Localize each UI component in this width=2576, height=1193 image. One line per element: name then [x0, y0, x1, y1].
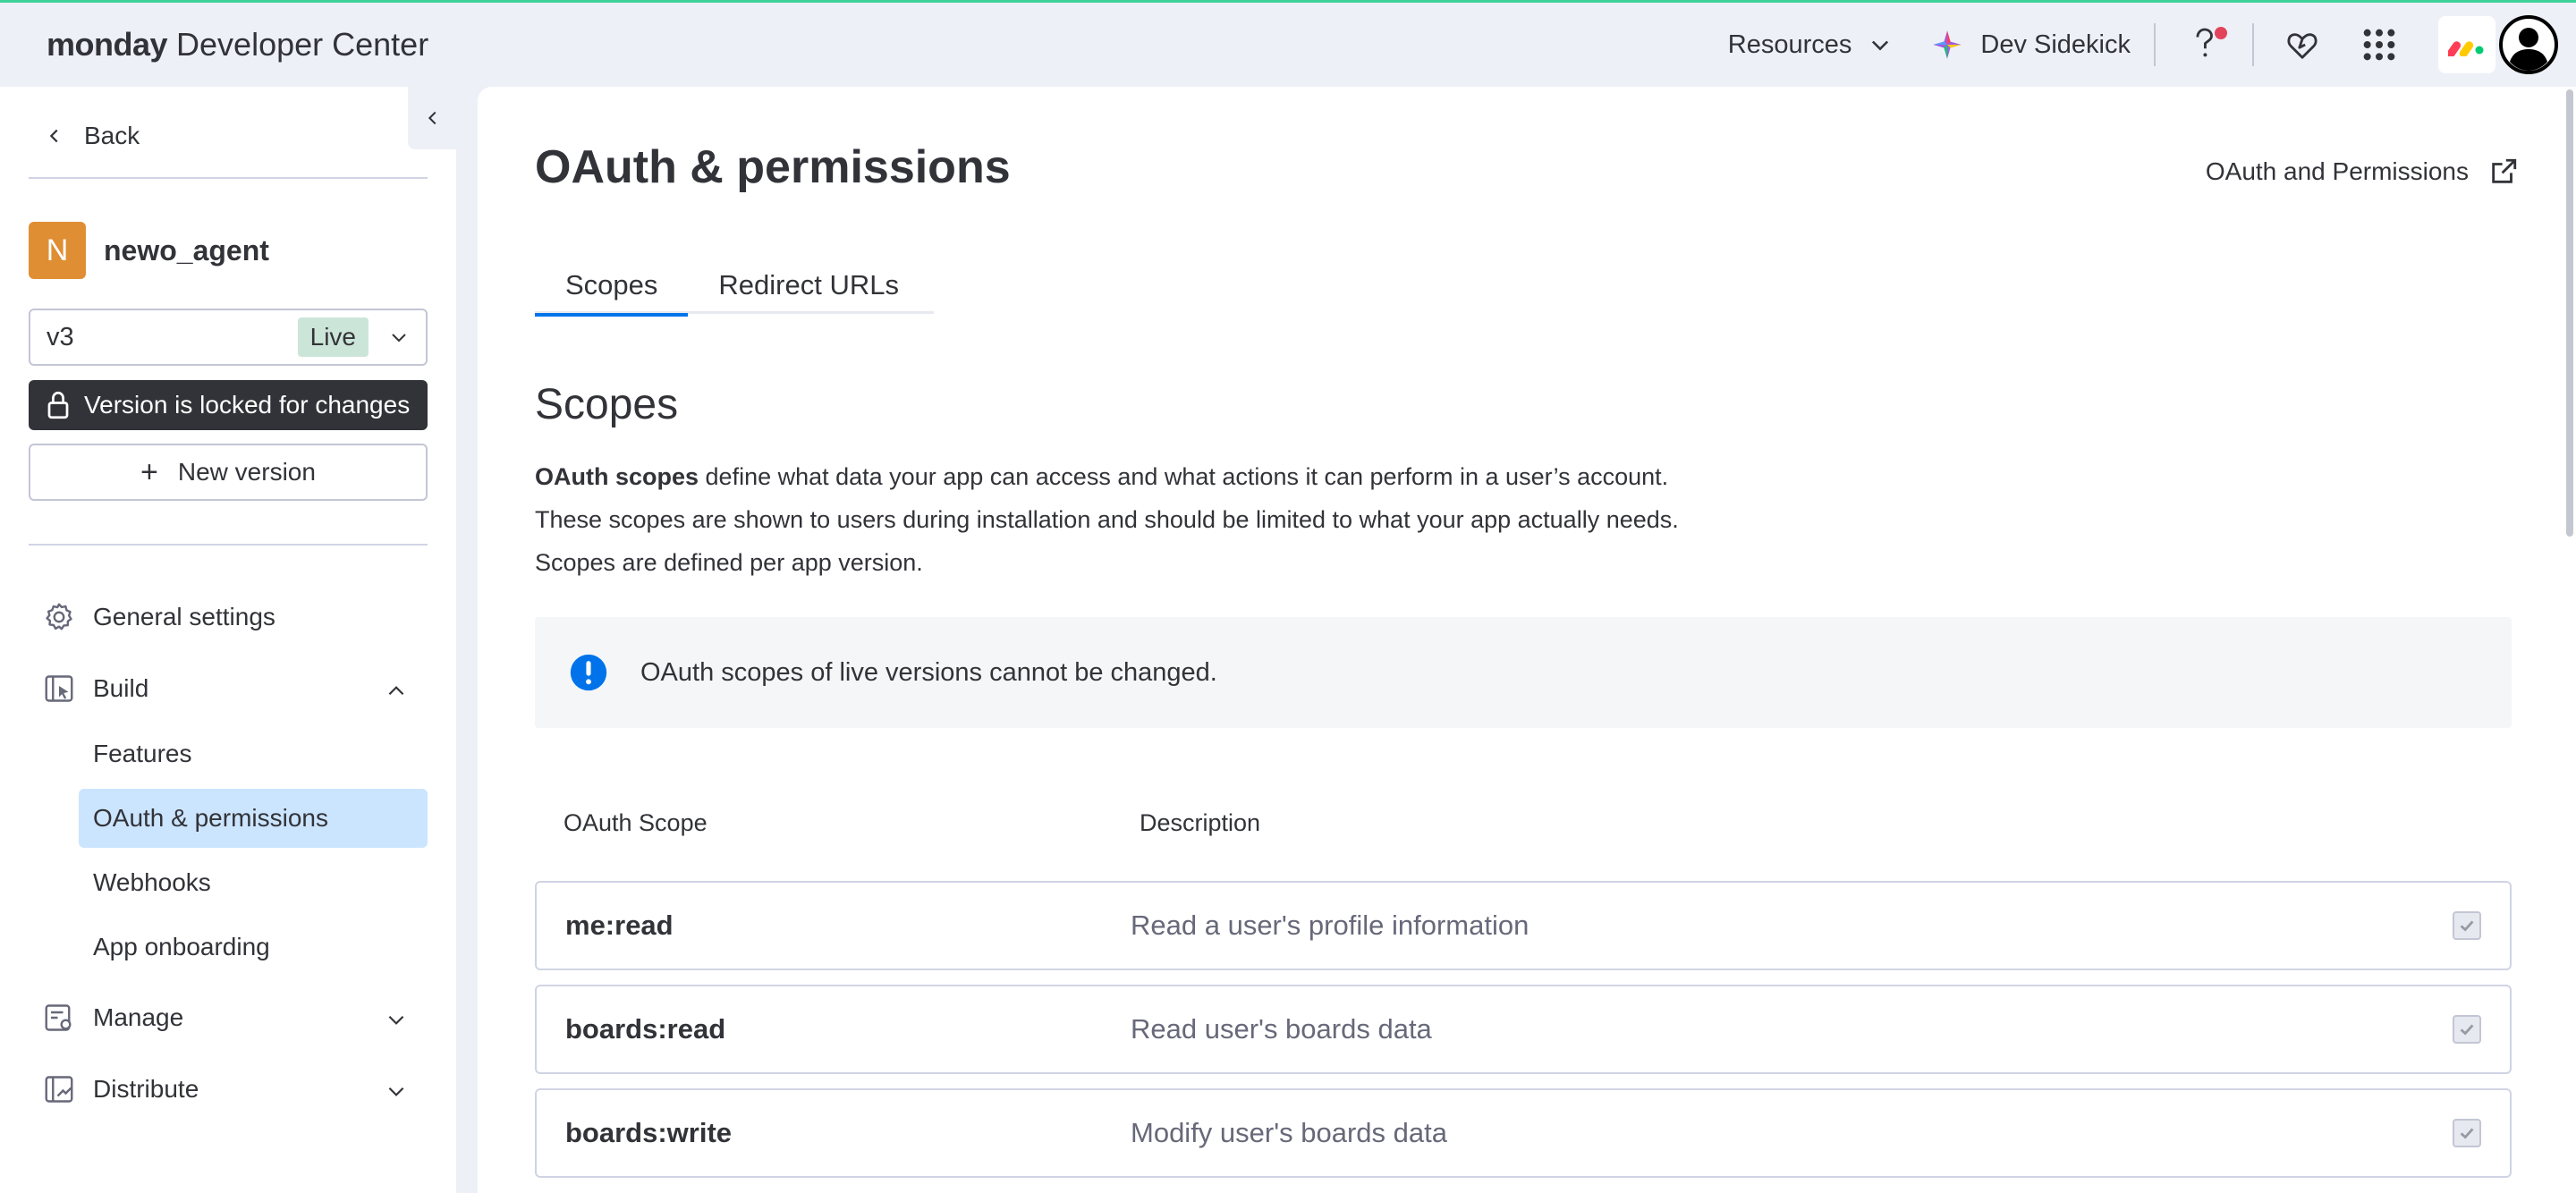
new-version-label: New version: [177, 458, 316, 486]
new-version-button[interactable]: + New version: [29, 444, 428, 501]
version-select[interactable]: v3 Live: [29, 309, 428, 366]
table-row: me:read Read a user's profile informatio…: [535, 881, 2512, 970]
lock-icon: [47, 391, 69, 419]
tab-redirect-urls[interactable]: Redirect URLs: [688, 257, 929, 314]
desc-line-3: Scopes are defined per app version.: [535, 549, 923, 576]
back-label: Back: [84, 122, 140, 149]
chevron-down-icon: [1872, 40, 1889, 51]
version-locked-notice: Version is locked for changes: [29, 380, 428, 430]
section-title: Scopes: [535, 381, 679, 428]
chevron-up-icon[interactable]: [385, 680, 408, 703]
version-value: v3: [47, 322, 74, 351]
scrollbar[interactable]: [2566, 89, 2573, 537]
user-avatar-icon[interactable]: [2499, 15, 2558, 74]
alert-circle-icon: [570, 654, 607, 691]
app-avatar: N: [29, 222, 86, 279]
feedback-button[interactable]: [2277, 20, 2327, 70]
help-button[interactable]: [2179, 20, 2229, 70]
check-icon: [2460, 920, 2474, 932]
nav-general-settings[interactable]: General settings: [43, 601, 275, 633]
scope-name: me:read: [565, 910, 674, 941]
gear-icon: [46, 603, 72, 630]
dev-sidekick-button[interactable]: Dev Sidekick: [1932, 30, 2131, 60]
alert-text: OAuth scopes of live versions cannot be …: [640, 657, 1217, 687]
monday-logo-icon[interactable]: [2438, 16, 2496, 73]
nav-label: Manage: [93, 1003, 184, 1031]
nav-label: Distribute: [93, 1075, 199, 1103]
scope-name: boards:read: [565, 1013, 726, 1045]
scope-name: boards:write: [565, 1117, 733, 1148]
heart-icon: [2287, 33, 2318, 59]
status-badge: Live: [297, 317, 369, 357]
nav-manage[interactable]: Manage: [43, 1002, 183, 1034]
chevron-down-icon: [392, 334, 406, 343]
desc-line-2: These scopes are shown to users during i…: [535, 506, 1679, 533]
table-row: boards:write Modify user's boards data: [535, 1088, 2512, 1178]
resources-label: Resources: [1727, 30, 1852, 59]
chevron-left-icon: [428, 111, 436, 125]
scope-description: Modify user's boards data: [1131, 1117, 1447, 1148]
tab-bar: Scopes Redirect URLs: [535, 257, 934, 317]
sidebar-item-app-onboarding[interactable]: App onboarding: [79, 918, 428, 977]
divider: [29, 177, 428, 179]
grid-icon: [2363, 29, 2395, 61]
table-row: boards:read Read user's boards data: [535, 985, 2512, 1074]
page-title: OAuth & permissions: [535, 141, 1011, 193]
dev-sidekick-label: Dev Sidekick: [1980, 30, 2131, 59]
nav-build[interactable]: Build: [43, 673, 148, 705]
nav-distribute[interactable]: Distribute: [43, 1073, 199, 1105]
column-header-scope: OAuth Scope: [564, 809, 708, 836]
notification-dot: [2215, 27, 2227, 39]
top-bar: monday Developer Center Resources Dev Si…: [0, 3, 2576, 87]
back-link[interactable]: Back: [45, 122, 140, 150]
app-name: newo_agent: [104, 233, 269, 267]
scopes-description: OAuth scopes define what data your app c…: [535, 455, 1877, 584]
scope-checkbox[interactable]: [2453, 1119, 2481, 1147]
scope-description: Read user's boards data: [1131, 1013, 1432, 1045]
scope-description: Read a user's profile information: [1131, 910, 1530, 941]
divider: [2252, 23, 2254, 66]
distribute-icon: [45, 1076, 73, 1103]
resources-menu[interactable]: Resources: [1728, 30, 1894, 60]
nav-label: Build: [93, 674, 149, 702]
plus-icon: +: [140, 455, 158, 489]
app-header: N newo_agent: [29, 222, 269, 279]
scope-checkbox[interactable]: [2453, 911, 2481, 940]
top-nav: Resources Dev Sidekick: [1728, 3, 2558, 87]
sidebar-item-oauth-permissions[interactable]: OAuth & permissions: [79, 789, 428, 848]
check-icon: [2460, 1128, 2474, 1139]
scope-checkbox[interactable]: [2453, 1015, 2481, 1044]
sidebar-item-webhooks[interactable]: Webhooks: [79, 853, 428, 912]
info-alert: OAuth scopes of live versions cannot be …: [535, 617, 2512, 728]
sidebar-item-features[interactable]: Features: [79, 724, 428, 783]
nav-label: General settings: [93, 603, 275, 630]
divider: [29, 544, 428, 546]
doc-link-label: OAuth and Permissions: [2205, 157, 2469, 185]
tab-scopes[interactable]: Scopes: [535, 257, 689, 317]
apps-grid-button[interactable]: [2354, 20, 2404, 70]
build-icon: [45, 675, 73, 702]
manage-icon: [45, 1004, 72, 1031]
sparkle-icon: [1933, 30, 1962, 59]
divider: [2154, 23, 2156, 66]
main-content: OAuth & permissions OAuth and Permission…: [478, 87, 2576, 1193]
chevron-down-icon[interactable]: [385, 1079, 408, 1103]
brand-logo[interactable]: monday Developer Center: [47, 26, 428, 63]
collapse-sidebar-button[interactable]: [408, 87, 458, 149]
locked-label: Version is locked for changes: [84, 391, 411, 419]
desc-line-1: OAuth scopes define what data your app c…: [535, 463, 1669, 490]
oauth-docs-link[interactable]: OAuth and Permissions: [2206, 157, 2519, 187]
chevron-down-icon[interactable]: [385, 1008, 408, 1031]
column-header-description: Description: [1140, 809, 1261, 836]
chevron-left-icon: [49, 129, 58, 143]
external-link-icon: [2492, 158, 2517, 183]
check-icon: [2460, 1024, 2474, 1036]
